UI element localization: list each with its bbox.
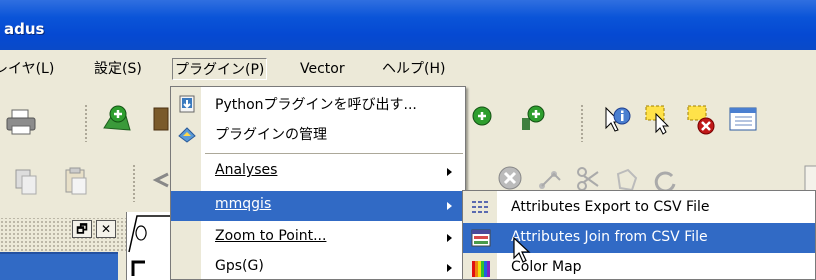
add-layer-green-icon[interactable]: [470, 102, 504, 136]
title-bar: adus: [0, 0, 816, 50]
select-features-icon[interactable]: [642, 102, 676, 136]
toolbar-grip[interactable]: [580, 104, 584, 142]
plugins-dropdown: Pythonプラグインを呼び出す... プラグインの管理 Analyses mm…: [170, 86, 466, 280]
attribute-table-icon[interactable]: [726, 102, 760, 136]
toolbar-grip[interactable]: [132, 164, 136, 202]
menu-item-label: Pythonプラグインを呼び出す...: [215, 97, 417, 113]
menu-item-python-plugin[interactable]: Pythonプラグインを呼び出す...: [171, 89, 465, 119]
table-join-icon: [471, 229, 491, 247]
print-icon[interactable]: [4, 104, 38, 138]
menu-item-gps[interactable]: Gps(G): [171, 253, 465, 280]
identify-icon[interactable]: [600, 102, 634, 136]
deselect-icon[interactable]: [684, 102, 718, 136]
dock-float-button[interactable]: 🗗: [72, 220, 92, 238]
menu-help[interactable]: ヘルプ(H): [380, 58, 447, 80]
menu-item-label: Gps(G): [215, 258, 264, 274]
menu-item-label: Attributes Export to CSV File: [511, 199, 710, 215]
menu-layer[interactable]: レイヤ(L): [0, 58, 56, 80]
new-layer-icon[interactable]: [516, 102, 550, 136]
submenu-arrow-icon: [447, 202, 452, 210]
mouse-cursor-icon: [512, 236, 532, 264]
dock-close-button[interactable]: ✕: [96, 220, 116, 238]
menu-bar: レイヤ(L) 設定(S) プラグイン(P) Vector ヘルプ(H): [0, 50, 816, 86]
submenu-arrow-icon: [447, 264, 452, 272]
menu-item-label: Attributes Join from CSV File: [511, 229, 708, 245]
menu-item-label: Analyses: [215, 162, 278, 178]
menu-item-mmqgis[interactable]: mmqgis: [171, 191, 465, 221]
submenu-arrow-icon: [447, 168, 452, 176]
menu-vector[interactable]: Vector: [298, 58, 347, 80]
window-title: adus: [4, 20, 45, 38]
menu-item-label: Zoom to Point...: [215, 228, 327, 244]
color-map-icon: [471, 259, 491, 277]
add-raster-layer-icon[interactable]: [140, 102, 174, 136]
menu-item-label: プラグインの管理: [215, 127, 327, 143]
menu-item-attributes-export[interactable]: Attributes Export to CSV File: [463, 193, 815, 223]
submenu-arrow-icon: [447, 234, 452, 242]
menu-plugins[interactable]: プラグイン(P): [172, 58, 268, 80]
layer-panel[interactable]: [0, 252, 118, 280]
python-plugin-icon: [177, 94, 197, 114]
copy-icon[interactable]: [10, 164, 44, 198]
grid-icon: [471, 199, 491, 217]
menu-item-analyses[interactable]: Analyses: [171, 157, 465, 187]
paste-icon[interactable]: [58, 164, 92, 198]
add-vector-layer-icon[interactable]: [100, 102, 134, 136]
menu-item-plugin-manager[interactable]: プラグインの管理: [171, 119, 465, 149]
toolbar-grip[interactable]: [84, 104, 88, 142]
menu-separator: [205, 153, 463, 154]
menu-settings[interactable]: 設定(S): [92, 58, 144, 80]
plugin-manager-icon: [177, 124, 197, 144]
delete-part-icon[interactable]: [494, 160, 528, 194]
mmqgis-submenu: Attributes Export to CSV File Attributes…: [462, 190, 816, 280]
menu-item-zoom-to-point[interactable]: Zoom to Point...: [171, 223, 465, 253]
menu-item-label: mmqgis: [215, 196, 272, 212]
